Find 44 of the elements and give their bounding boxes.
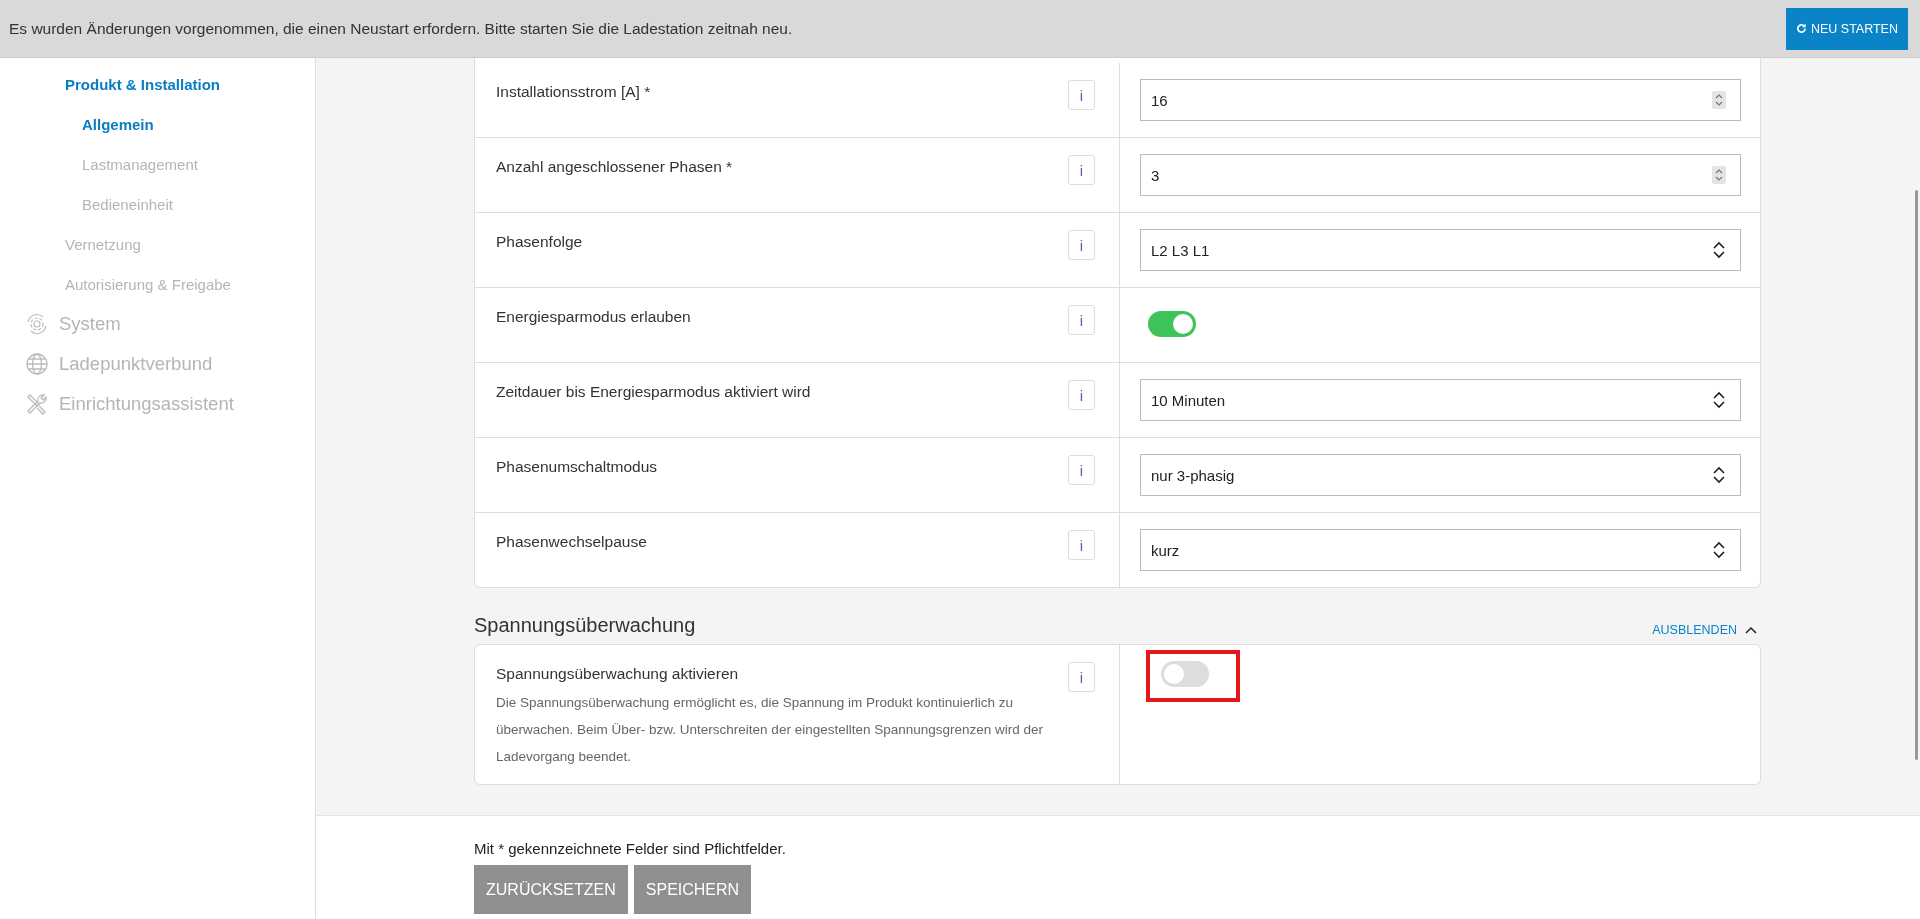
number-field[interactable]: 3 xyxy=(1140,154,1741,196)
setting-label: Zeitdauer bis Energiesparmodus aktiviert wird xyxy=(496,383,811,401)
toggle-switch[interactable] xyxy=(1161,661,1209,687)
spinner-icon xyxy=(1712,166,1726,184)
chevron-updown-icon xyxy=(1712,541,1726,559)
section-title: Spannungsüberwachung xyxy=(474,614,696,637)
setting-label: Phasenumschaltmodus xyxy=(496,458,658,476)
info-button[interactable]: i xyxy=(1068,530,1095,560)
chevron-updown-icon xyxy=(1712,391,1726,409)
setting-label: Spannungsüberwachung aktivieren xyxy=(496,665,740,683)
setting-label: Installationsstrom [A] * xyxy=(496,83,651,101)
caret-icon xyxy=(1745,626,1757,634)
restart-button[interactable]: NEU STARTEN xyxy=(1785,7,1908,50)
info-button[interactable]: i xyxy=(1068,380,1095,410)
number-field[interactable]: 16 xyxy=(1140,79,1741,121)
select-field[interactable]: kurz xyxy=(1140,529,1741,571)
chevron-updown-icon xyxy=(1712,466,1726,484)
setting-label: Energiesparmodus erlauben xyxy=(496,308,691,326)
toggle-switch[interactable] xyxy=(1148,311,1196,337)
tools-icon xyxy=(25,392,49,416)
restart-notice: Es wurden Änderungen vorgenommen, die einen Neustart erfordern. Bitte starten Sie die Ladestation zeitnah neu. xyxy=(9,19,793,38)
required-fields-note: Mit * gekennzeichnete Felder sind Pflichtfelder. xyxy=(474,840,787,857)
info-button[interactable]: i xyxy=(1068,155,1095,185)
setting-label: Anzahl angeschlossener Phasen * xyxy=(496,158,733,176)
info-button[interactable]: i xyxy=(1068,662,1095,692)
setting-label: Phasenfolge xyxy=(496,233,583,251)
globe-icon xyxy=(25,352,49,376)
spinner-icon xyxy=(1712,91,1726,109)
select-field[interactable]: 10 Minuten xyxy=(1140,379,1741,421)
refresh-icon xyxy=(1795,23,1807,34)
chevron-updown-icon xyxy=(1712,241,1726,259)
sidebar-item[interactable]: Allgemein xyxy=(0,104,315,144)
gear-icon xyxy=(25,312,49,336)
collapse-link[interactable]: AUSBLENDEN xyxy=(1652,623,1761,637)
setting-description: Die Spannungsüberwachung ermöglicht es, die Spannung im Produkt kontinuierlich zu überwachen. Beim Über- bzw. Unterschreiten der eingestellten Spannungsgrenzen wird der Ladevorgang beendet. xyxy=(496,694,1045,766)
sidebar-item[interactable]: Produkt & Installation xyxy=(0,64,315,104)
info-button[interactable]: i xyxy=(1068,455,1095,485)
scrollbar[interactable] xyxy=(1915,190,1918,760)
info-button[interactable]: i xyxy=(1068,80,1095,110)
select-field[interactable]: L2 L3 L1 xyxy=(1140,229,1741,271)
select-field[interactable]: nur 3-phasig xyxy=(1140,454,1741,496)
info-button[interactable]: i xyxy=(1068,230,1095,260)
info-button[interactable]: i xyxy=(1068,305,1095,335)
setting-label: Phasenwechselpause xyxy=(496,533,647,551)
